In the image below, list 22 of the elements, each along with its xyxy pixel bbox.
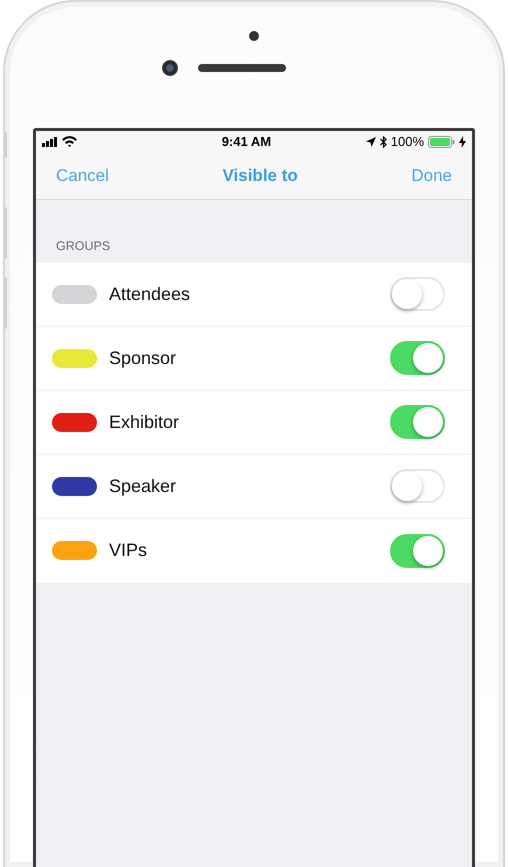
- group-name: VIPs: [109, 539, 148, 562]
- screen-title: Visible to: [222, 164, 298, 187]
- done-button[interactable]: Done: [411, 162, 452, 188]
- toggle-switch[interactable]: [390, 405, 445, 440]
- signal-icon: [42, 136, 59, 146]
- camera-lens: [162, 60, 178, 76]
- bluetooth-icon: [380, 136, 387, 148]
- battery-icon: [428, 136, 455, 148]
- battery-percent: 100%: [390, 132, 424, 151]
- group-name: Exhibitor: [109, 410, 180, 434]
- toggle-switch[interactable]: [390, 341, 445, 376]
- group-name: Attendees: [109, 282, 192, 306]
- section-header: GROUPS: [55, 238, 112, 255]
- location-arrow-icon: [366, 136, 376, 146]
- status-time: 9:41 AM: [220, 132, 272, 151]
- sensor-dot: [249, 31, 259, 41]
- group-name: Sponsor: [109, 346, 178, 370]
- cancel-button[interactable]: Cancel: [56, 162, 109, 188]
- group-name: Speaker: [109, 474, 178, 498]
- wifi-icon: [62, 136, 77, 147]
- charging-bolt-icon: [459, 136, 466, 148]
- toggle-switch[interactable]: [390, 534, 445, 568]
